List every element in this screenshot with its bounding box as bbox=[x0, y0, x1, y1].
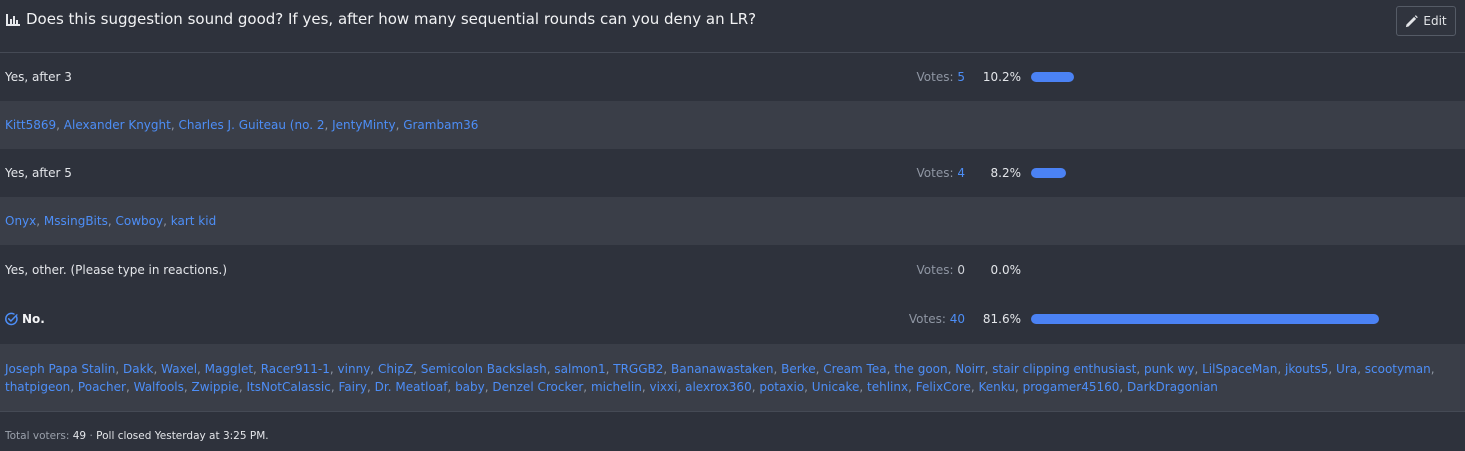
poll-option-percent: 10.2% bbox=[982, 70, 1021, 84]
voter-link[interactable]: Waxel bbox=[161, 362, 197, 376]
voter-link[interactable]: DarkDragonian bbox=[1127, 380, 1218, 394]
poll-option-votes: Votes: 0 bbox=[917, 263, 965, 277]
voter-link[interactable]: Joseph Papa Stalin bbox=[5, 362, 115, 376]
voter-list-row: Joseph Papa Stalin, Dakk, Waxel, Magglet… bbox=[0, 344, 1465, 411]
voter-link[interactable]: jkouts5 bbox=[1285, 362, 1328, 376]
poll-option-bar bbox=[1031, 314, 1379, 324]
total-voters-label: Total voters: bbox=[5, 430, 73, 442]
voter-list-row: Kitt5869, Alexander Knyght, Charles J. G… bbox=[0, 101, 1465, 149]
poll-option-label: No. bbox=[22, 312, 45, 326]
voter-link[interactable]: Charles J. Guiteau (no. 2 bbox=[178, 118, 324, 132]
poll-option-votes: Votes: 4 bbox=[917, 166, 965, 180]
voter-link[interactable]: Noirr bbox=[955, 362, 984, 376]
voter-link[interactable]: Dakk bbox=[123, 362, 154, 376]
voter-link[interactable]: Grambam36 bbox=[403, 118, 478, 132]
voter-link[interactable]: tehlinx bbox=[867, 380, 908, 394]
pencil-icon bbox=[1406, 14, 1419, 27]
votes-prefix: Votes: bbox=[908, 312, 950, 326]
votes-prefix: Votes: bbox=[916, 166, 958, 180]
votes-prefix: Votes: bbox=[916, 263, 958, 277]
voter-link[interactable]: ItsNotCalassic bbox=[246, 380, 330, 394]
poll-option-votes: Votes: 5 bbox=[917, 70, 965, 84]
voter-link[interactable]: stair clipping enthusiast bbox=[992, 362, 1136, 376]
voter-link[interactable]: baby bbox=[455, 380, 485, 394]
voter-link[interactable]: the goon bbox=[894, 362, 947, 376]
voter-link[interactable]: Cowboy bbox=[115, 214, 163, 228]
voter-link[interactable]: Fairy bbox=[339, 380, 368, 394]
poll-option-bar bbox=[1031, 72, 1074, 82]
bar-chart-icon bbox=[6, 14, 20, 26]
check-circle-icon bbox=[5, 312, 18, 326]
voter-link[interactable]: TRGGB2 bbox=[613, 362, 663, 376]
voter-link[interactable]: Unicake bbox=[812, 380, 860, 394]
voter-list-row: Onyx, MssingBits, Cowboy, kart kid bbox=[0, 197, 1465, 245]
voter-link[interactable]: Dr. Meatloaf bbox=[375, 380, 448, 394]
voter-link[interactable]: LilSpaceMan bbox=[1202, 362, 1277, 376]
poll-option-percent: 8.2% bbox=[990, 166, 1022, 180]
voter-list: Kitt5869, Alexander Knyght, Charles J. G… bbox=[5, 118, 479, 132]
voter-link[interactable]: scootyman bbox=[1365, 362, 1431, 376]
voter-link[interactable]: vixxi bbox=[649, 380, 677, 394]
voter-link[interactable]: JentyMinty bbox=[332, 118, 395, 132]
voter-link[interactable]: Cream Tea bbox=[823, 362, 886, 376]
poll-closed-text: Poll closed Yesterday at 3:25 PM. bbox=[96, 430, 269, 442]
votes-count[interactable]: 40 bbox=[950, 312, 965, 326]
poll-option-row: Yes, after 5 Votes: 4 8.2% bbox=[0, 149, 1465, 197]
voter-link[interactable]: MssingBits bbox=[44, 214, 108, 228]
poll-option-row-winner: No. Votes: 40 81.6% bbox=[0, 295, 1465, 343]
poll-header: Does this suggestion sound good? If yes,… bbox=[0, 0, 1465, 53]
voter-link[interactable]: Walfools bbox=[134, 380, 184, 394]
voter-link[interactable]: kart kid bbox=[171, 214, 216, 228]
votes-prefix: Votes: bbox=[916, 70, 958, 84]
voter-list: Onyx, MssingBits, Cowboy, kart kid bbox=[5, 214, 217, 228]
voter-link[interactable]: punk wy bbox=[1144, 362, 1195, 376]
votes-count[interactable]: 5 bbox=[957, 70, 965, 84]
poll-option-label: Yes, after 5 bbox=[5, 166, 72, 180]
voter-link[interactable]: Zwippie bbox=[192, 380, 239, 394]
poll-title: Does this suggestion sound good? If yes,… bbox=[26, 10, 757, 28]
voter-link[interactable]: Denzel Crocker bbox=[492, 380, 583, 394]
voter-link[interactable]: Semicolon Backslash bbox=[421, 362, 547, 376]
voter-link[interactable]: ChipZ bbox=[378, 362, 413, 376]
voter-link[interactable]: progamer45160 bbox=[1023, 380, 1120, 394]
voter-link[interactable]: Racer911-1 bbox=[261, 362, 330, 376]
poll-option-percent: 0.0% bbox=[990, 263, 1022, 277]
footer-separator: · bbox=[86, 430, 97, 442]
poll-option-votes: Votes: 40 bbox=[909, 312, 965, 326]
voter-link[interactable]: Bananawastaken bbox=[671, 362, 774, 376]
edit-button-label: Edit bbox=[1423, 14, 1447, 28]
poll-option-row: Yes, after 3 Votes: 5 10.2% bbox=[0, 53, 1465, 101]
voter-link[interactable]: michelin bbox=[591, 380, 642, 394]
poll-option-bar bbox=[1031, 168, 1066, 178]
edit-button[interactable]: Edit bbox=[1396, 6, 1456, 36]
voter-link[interactable]: Kenku bbox=[979, 380, 1015, 394]
voter-link[interactable]: vinny bbox=[338, 362, 371, 376]
poll-option-percent: 81.6% bbox=[982, 312, 1021, 326]
voter-link[interactable]: salmon1 bbox=[554, 362, 605, 376]
voter-link[interactable]: Ura bbox=[1336, 362, 1357, 376]
divider bbox=[0, 411, 1465, 412]
total-voters-value: 49 bbox=[72, 430, 87, 442]
voter-link[interactable]: thatpigeon bbox=[5, 380, 70, 394]
voter-link[interactable]: Berke bbox=[781, 362, 815, 376]
votes-count: 0 bbox=[957, 263, 965, 277]
poll-option-row: Yes, other. (Please type in reactions.) … bbox=[0, 246, 1465, 294]
voter-link[interactable]: alexrox360 bbox=[685, 380, 752, 394]
voter-link[interactable]: Onyx bbox=[5, 214, 36, 228]
voter-link[interactable]: FelixCore bbox=[916, 380, 971, 394]
voter-link[interactable]: Kitt5869 bbox=[5, 118, 56, 132]
poll-option-label: Yes, after 3 bbox=[5, 70, 72, 84]
poll-option-label: Yes, other. (Please type in reactions.) bbox=[5, 263, 228, 277]
voter-list: Joseph Papa Stalin, Dakk, Waxel, Magglet… bbox=[5, 361, 1435, 394]
voter-link[interactable]: Magglet bbox=[205, 362, 253, 376]
votes-count[interactable]: 4 bbox=[957, 166, 965, 180]
voter-link[interactable]: Poacher bbox=[78, 380, 126, 394]
voter-link[interactable]: potaxio bbox=[759, 380, 804, 394]
poll-footer: Total voters: 49 · Poll closed Yesterday… bbox=[5, 430, 269, 442]
voter-link[interactable]: Alexander Knyght bbox=[64, 118, 171, 132]
